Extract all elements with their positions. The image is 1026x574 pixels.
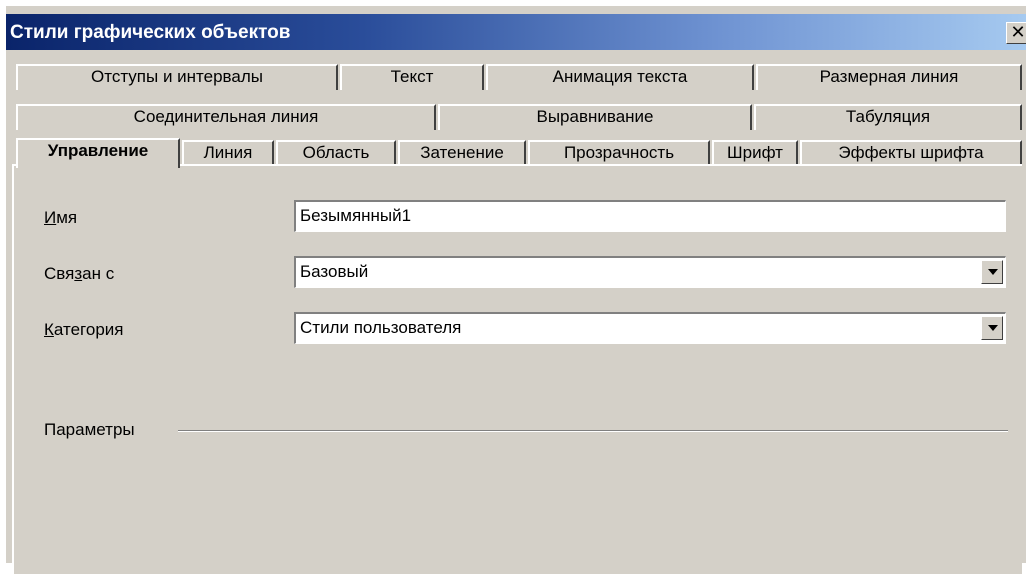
chevron-down-icon[interactable] <box>981 316 1003 340</box>
category-label: Категория <box>44 320 124 339</box>
category-value: Стили пользователя <box>300 318 462 337</box>
linked-with-label: Связан с <box>44 264 115 283</box>
tab-line[interactable]: Линия <box>182 140 274 166</box>
title-bar: Стили графических объектов ✕ <box>6 14 1026 50</box>
name-field[interactable]: Безымянный1 <box>294 200 1006 232</box>
close-icon: ✕ <box>1010 22 1026 42</box>
parameters-divider <box>178 430 1008 432</box>
window-title: Стили графических объектов <box>10 22 291 43</box>
tab-text-animation[interactable]: Анимация текста <box>486 64 754 90</box>
tab-area[interactable]: Область <box>276 140 396 166</box>
tab-font[interactable]: Шрифт <box>712 140 798 166</box>
linked-with-value: Базовый <box>300 262 369 281</box>
tab-organizer[interactable]: Управление <box>16 138 180 168</box>
tab-shadow[interactable]: Затенение <box>398 140 526 166</box>
chevron-down-icon[interactable] <box>981 260 1003 284</box>
tab-dimension-line[interactable]: Размерная линия <box>756 64 1022 90</box>
dialog-window: Стили графических объектов ✕ Отступы и и… <box>6 6 1026 574</box>
linked-with-select[interactable]: Базовый <box>294 256 1006 288</box>
tab-text[interactable]: Текст <box>340 64 484 90</box>
tab-tabs[interactable]: Табуляция <box>754 104 1022 130</box>
name-label: Имя <box>44 208 78 227</box>
tab-transparency[interactable]: Прозрачность <box>528 140 710 166</box>
tab-indents-spacing[interactable]: Отступы и интервалы <box>16 64 338 90</box>
close-button[interactable]: ✕ <box>1006 22 1026 44</box>
tab-connector-line[interactable]: Соединительная линия <box>16 104 436 130</box>
tab-font-effects[interactable]: Эффекты шрифта <box>800 140 1022 166</box>
category-select[interactable]: Стили пользователя <box>294 312 1006 344</box>
organizer-panel: Имя Безымянный1 Связан с Базовый Категор… <box>12 164 1022 574</box>
parameters-label: Параметры <box>44 420 135 439</box>
tab-alignment[interactable]: Выравнивание <box>438 104 752 130</box>
